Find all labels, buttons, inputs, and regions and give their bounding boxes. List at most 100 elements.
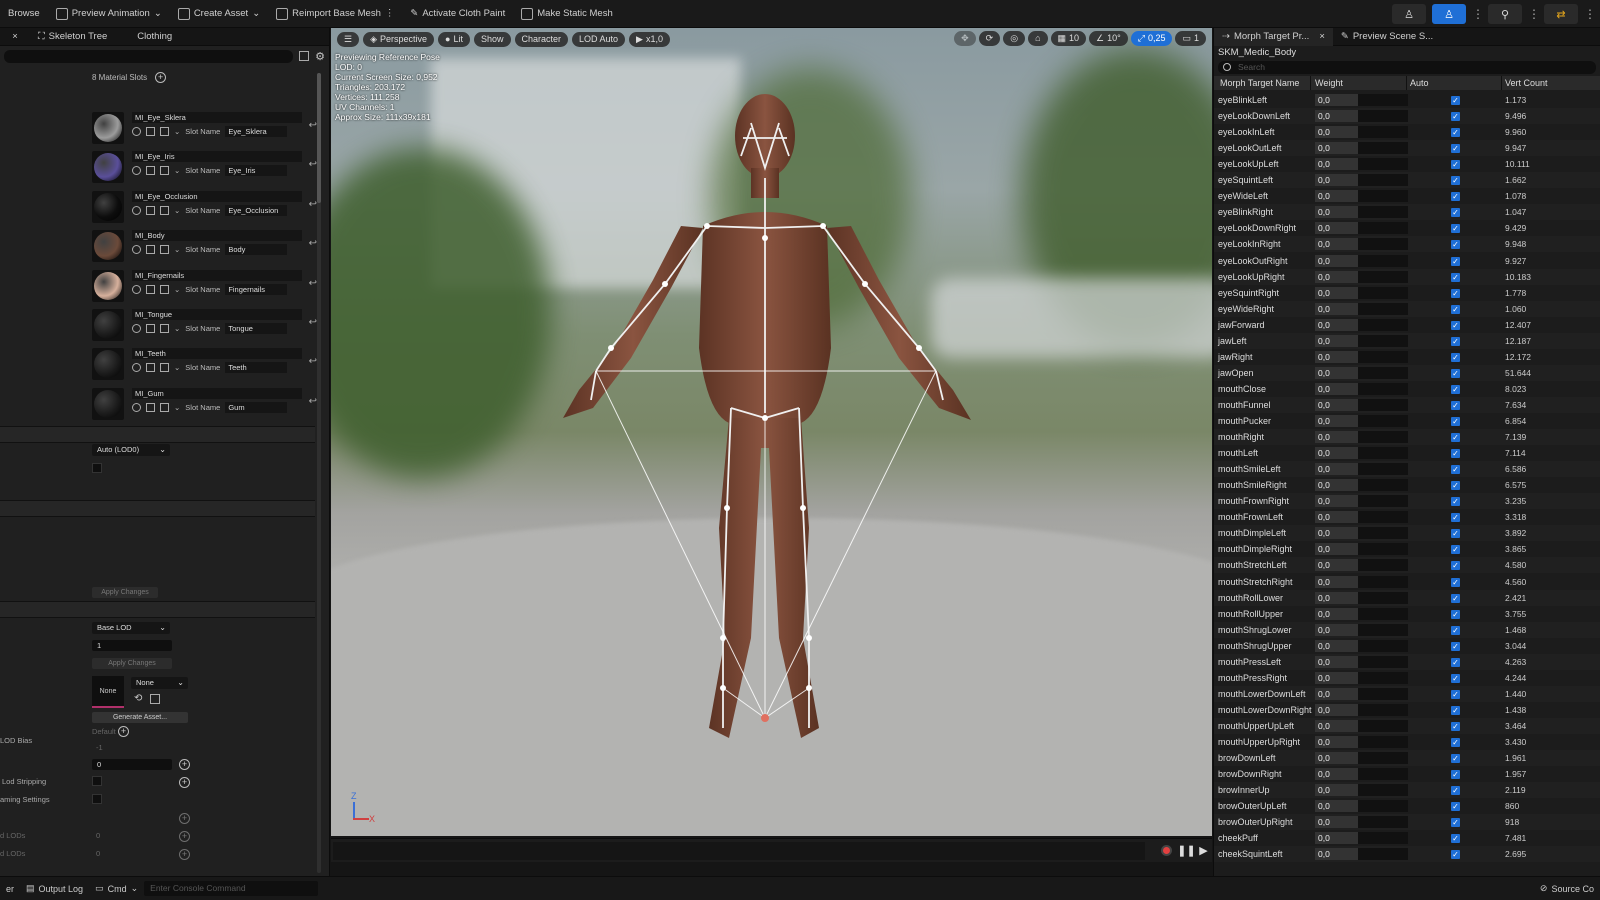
auto-checkbox[interactable]: ✓ bbox=[1451, 593, 1460, 603]
table-row[interactable]: eyeLookOutRight 0,0 ✓ 9.927 bbox=[1214, 253, 1600, 269]
material-name[interactable]: MI_Eye_Occlusion bbox=[132, 190, 302, 202]
weight-input[interactable]: 0,0 bbox=[1315, 190, 1358, 203]
weight-slider[interactable] bbox=[1358, 238, 1408, 251]
undo-icon[interactable]: ↩ bbox=[309, 356, 317, 367]
chevron-down-icon[interactable]: ⌄ bbox=[174, 245, 180, 254]
weight-slider[interactable] bbox=[1358, 736, 1408, 748]
auto-checkbox[interactable]: ✓ bbox=[1451, 304, 1460, 314]
checkbox[interactable] bbox=[92, 463, 102, 473]
lit-button[interactable]: ● Lit bbox=[438, 31, 470, 47]
blueprint-mode-button[interactable]: ⇄ bbox=[1544, 4, 1578, 24]
weight-input[interactable]: 0,0 bbox=[1315, 270, 1358, 283]
table-row[interactable]: cheekSquintLeft 0,0 ✓ 2.695 bbox=[1214, 846, 1600, 863]
material-options-icon[interactable] bbox=[160, 324, 169, 333]
material-name[interactable]: MI_Eye_Iris bbox=[132, 151, 302, 163]
select-icon[interactable]: ✥ bbox=[954, 31, 976, 46]
column-header-vert-count[interactable]: Vert Count bbox=[1505, 78, 1548, 88]
auto-checkbox[interactable]: ✓ bbox=[1451, 352, 1460, 362]
weight-slider[interactable] bbox=[1358, 816, 1408, 829]
weight-input[interactable]: 0,0 bbox=[1315, 511, 1358, 524]
material-name[interactable]: MI_Tongue bbox=[132, 309, 302, 320]
weight-slider[interactable] bbox=[1358, 174, 1408, 187]
material-options-icon[interactable] bbox=[160, 402, 169, 412]
tab-morph-target-preview[interactable]: ⇢ Morph Target Pr... × bbox=[1214, 28, 1333, 46]
weight-slider[interactable] bbox=[1358, 382, 1408, 395]
details-scrollbar[interactable] bbox=[317, 73, 321, 873]
browse-asset-icon[interactable] bbox=[146, 284, 155, 294]
lod-stripping-checkbox[interactable] bbox=[92, 776, 102, 786]
weight-input[interactable]: 0,0 bbox=[1315, 463, 1358, 476]
weight-slider[interactable] bbox=[1358, 142, 1408, 155]
lod-input[interactable]: 1 bbox=[92, 640, 172, 651]
lod-auto-button[interactable]: LOD Auto bbox=[572, 31, 626, 47]
table-row[interactable]: browOuterUpLeft 0,0 ✓ 860 bbox=[1214, 798, 1600, 814]
table-row[interactable]: mouthLeft 0,0 ✓ 7.114 bbox=[1214, 445, 1600, 461]
undo-icon[interactable]: ↩ bbox=[309, 238, 317, 249]
reset-arrow-icon[interactable] bbox=[132, 127, 141, 136]
more-options-icon[interactable]: ⋮ bbox=[1472, 7, 1484, 21]
table-row[interactable]: jawOpen 0,0 ✓ 51.644 bbox=[1214, 364, 1600, 381]
browse-asset-icon[interactable] bbox=[146, 166, 155, 176]
add-icon[interactable]: + bbox=[118, 726, 129, 737]
auto-checkbox[interactable]: ✓ bbox=[1451, 786, 1460, 796]
tab-skeleton-tree[interactable]: ⛶ Skeleton Tree bbox=[30, 28, 115, 46]
show-button[interactable]: Show bbox=[473, 31, 511, 47]
auto-checkbox[interactable]: ✓ bbox=[1451, 128, 1460, 138]
auto-checkbox[interactable]: ✓ bbox=[1451, 176, 1460, 186]
auto-checkbox[interactable]: ✓ bbox=[1451, 368, 1460, 378]
auto-checkbox[interactable]: ✓ bbox=[1451, 224, 1460, 234]
material-options-icon[interactable] bbox=[160, 363, 169, 373]
table-row[interactable]: eyeWideRight 0,0 ✓ 1.060 bbox=[1214, 300, 1600, 317]
table-row[interactable]: mouthRollLower 0,0 ✓ 2.421 bbox=[1214, 589, 1600, 606]
weight-input[interactable]: 0,0 bbox=[1315, 543, 1358, 556]
weight-slider[interactable] bbox=[1358, 527, 1408, 540]
auto-checkbox[interactable]: ✓ bbox=[1451, 417, 1460, 426]
weight-input[interactable]: 0,0 bbox=[1315, 382, 1358, 395]
table-row[interactable]: mouthClose 0,0 ✓ 8.023 bbox=[1214, 381, 1600, 397]
weight-slider[interactable] bbox=[1358, 495, 1408, 508]
table-row[interactable]: mouthFunnel 0,0 ✓ 7.634 bbox=[1214, 396, 1600, 413]
weight-slider[interactable] bbox=[1358, 398, 1408, 411]
output-log-button[interactable]: ▤ Output Log bbox=[20, 883, 89, 894]
gear-icon[interactable]: ⚙ bbox=[315, 50, 325, 63]
weight-input[interactable]: 0,0 bbox=[1315, 495, 1358, 508]
auto-checkbox[interactable]: ✓ bbox=[1451, 400, 1460, 410]
slot-name-input[interactable]: Teeth bbox=[225, 362, 288, 374]
generate-asset-button[interactable]: Generate Asset... bbox=[92, 712, 188, 723]
undo-icon[interactable]: ↩ bbox=[309, 278, 317, 289]
weight-slider[interactable] bbox=[1358, 719, 1408, 732]
camera-speed-button[interactable]: ▭ 1 bbox=[1175, 31, 1206, 46]
lod-select[interactable]: Auto (LOD0) ⌄ bbox=[92, 444, 170, 456]
material-name[interactable]: MI_Fingernails bbox=[132, 269, 302, 281]
auto-checkbox[interactable]: ✓ bbox=[1451, 545, 1460, 555]
auto-checkbox[interactable]: ✓ bbox=[1451, 850, 1460, 860]
weight-slider[interactable] bbox=[1358, 366, 1408, 379]
slot-name-input[interactable]: Body bbox=[225, 244, 288, 256]
material-name[interactable]: MI_Gum bbox=[132, 387, 302, 399]
weight-slider[interactable] bbox=[1358, 318, 1408, 331]
weight-input[interactable]: 0,0 bbox=[1315, 126, 1358, 139]
reset-arrow-icon[interactable] bbox=[132, 284, 141, 294]
auto-checkbox[interactable]: ✓ bbox=[1451, 561, 1460, 571]
weight-slider[interactable] bbox=[1358, 543, 1408, 556]
angle-snap-button[interactable]: ∠ 10° bbox=[1089, 31, 1128, 46]
weight-slider[interactable] bbox=[1358, 302, 1408, 315]
weight-input[interactable]: 0,0 bbox=[1315, 318, 1358, 331]
weight-slider[interactable] bbox=[1358, 270, 1408, 283]
material-name[interactable]: MI_Eye_Sklera bbox=[132, 112, 302, 123]
weight-input[interactable]: 0,0 bbox=[1315, 848, 1358, 861]
table-row[interactable]: mouthRollUpper 0,0 ✓ 3.755 bbox=[1214, 606, 1600, 622]
tab-clothing[interactable]: Clothing bbox=[129, 28, 180, 46]
weight-slider[interactable] bbox=[1358, 591, 1408, 604]
weight-input[interactable]: 0,0 bbox=[1315, 671, 1358, 684]
table-row[interactable]: eyeLookInRight 0,0 ✓ 9.948 bbox=[1214, 236, 1600, 253]
auto-checkbox[interactable]: ✓ bbox=[1451, 770, 1460, 780]
material-options-icon[interactable] bbox=[160, 245, 169, 255]
table-row[interactable]: mouthSmileLeft 0,0 ✓ 6.586 bbox=[1214, 461, 1600, 478]
more-options-icon[interactable]: ⋮ bbox=[1528, 7, 1540, 21]
weight-input[interactable]: 0,0 bbox=[1315, 366, 1358, 379]
browse-asset-icon[interactable] bbox=[150, 694, 160, 704]
weight-input[interactable]: 0,0 bbox=[1315, 334, 1358, 347]
table-row[interactable]: mouthPucker 0,0 ✓ 6.854 bbox=[1214, 413, 1600, 429]
auto-checkbox[interactable]: ✓ bbox=[1451, 433, 1460, 443]
